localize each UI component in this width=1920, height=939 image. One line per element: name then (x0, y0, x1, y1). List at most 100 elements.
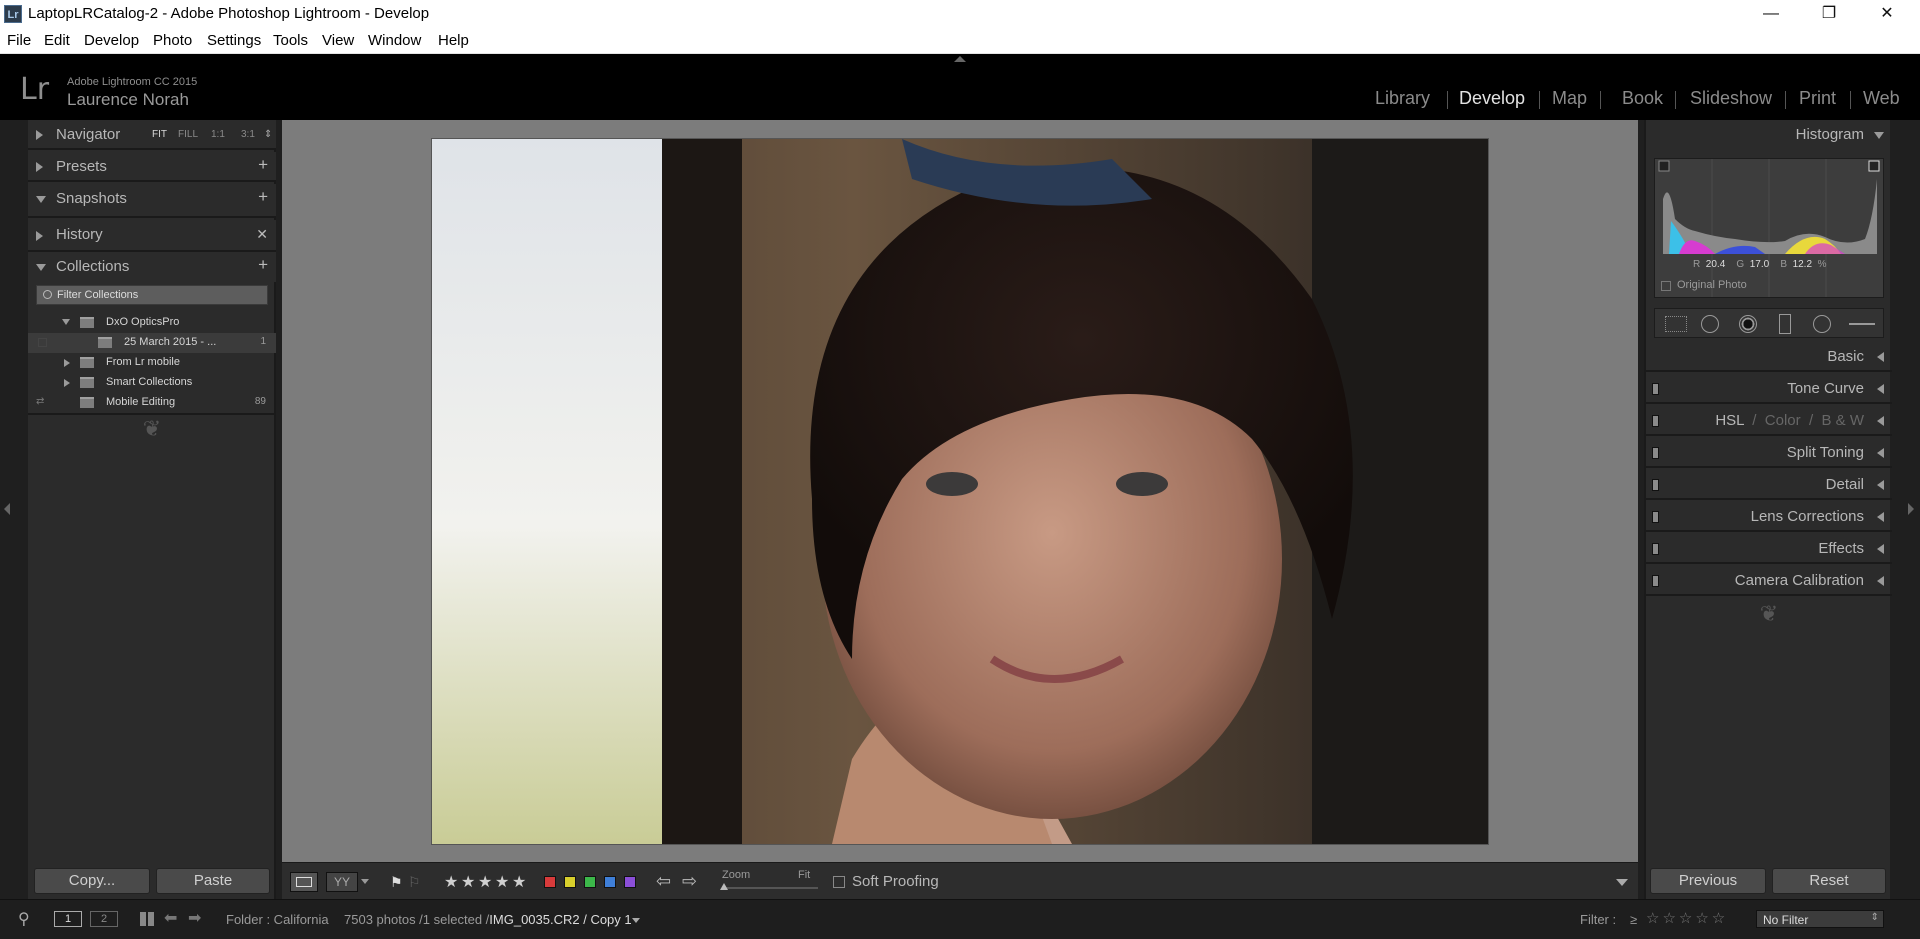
filmstrip-back-arrow-icon[interactable]: ⬅ (164, 908, 177, 928)
tab-bw[interactable]: B & W (1821, 412, 1864, 429)
detail-panel-header[interactable]: Detail (1646, 470, 1892, 500)
reject-flag-icon[interactable]: ⚐ (408, 874, 421, 891)
split-toning-panel-header[interactable]: Split Toning (1646, 438, 1892, 468)
zoom-stepper-icon[interactable]: ⇕ (264, 129, 272, 140)
paste-settings-button[interactable]: Paste (156, 868, 270, 894)
collapse-triangle-icon[interactable] (62, 319, 70, 325)
color-label-green[interactable] (584, 876, 596, 888)
filter-rating-operator[interactable]: ≥ (1630, 912, 1637, 927)
menu-tools[interactable]: Tools (273, 32, 308, 49)
filter-preset-select[interactable]: No Filter ⇕ (1756, 910, 1884, 928)
add-collection-icon[interactable]: + (258, 255, 268, 275)
menu-settings[interactable]: Settings (207, 32, 261, 49)
expand-triangle-icon[interactable] (64, 379, 70, 387)
collection-set-row[interactable]: From Lr mobile (28, 353, 276, 373)
soft-proofing-checkbox[interactable] (833, 876, 845, 888)
zoom-slider[interactable] (720, 883, 818, 890)
module-map[interactable]: Map (1552, 88, 1587, 109)
panel-on-off-switch[interactable] (1652, 415, 1659, 427)
module-print[interactable]: Print (1799, 88, 1836, 109)
menu-develop[interactable]: Develop (84, 32, 139, 49)
panel-on-off-switch[interactable] (1652, 543, 1659, 555)
effects-panel-header[interactable]: Effects (1646, 534, 1892, 564)
clear-history-icon[interactable]: ✕ (256, 226, 268, 243)
adjustment-brush-tool-icon[interactable] (1849, 323, 1875, 325)
toolbar-content-dropdown-icon[interactable] (1616, 879, 1628, 886)
expand-triangle-icon[interactable] (64, 359, 70, 367)
radial-filter-tool-icon[interactable] (1813, 315, 1831, 333)
snapshots-panel-header[interactable]: Snapshots + (28, 184, 276, 218)
collection-set-row[interactable]: Smart Collections (28, 373, 276, 393)
hsl-panel-header[interactable]: HSL / Color / B & W (1646, 406, 1892, 436)
loupe-view-button[interactable] (290, 872, 318, 892)
previous-settings-button[interactable]: Previous (1650, 868, 1766, 894)
menu-window[interactable]: Window (368, 32, 421, 49)
collapse-right-panel-icon[interactable] (1908, 503, 1914, 515)
source-dropdown-icon[interactable] (632, 918, 640, 923)
close-window-button[interactable]: ✕ (1858, 0, 1916, 28)
presets-panel-header[interactable]: Presets + (28, 152, 276, 182)
module-web[interactable]: Web (1863, 88, 1900, 109)
color-label-red[interactable] (544, 876, 556, 888)
original-photo-checkbox[interactable] (1661, 281, 1671, 291)
tone-curve-panel-header[interactable]: Tone Curve (1646, 374, 1892, 404)
tab-hsl[interactable]: HSL (1715, 412, 1744, 429)
graduated-filter-tool-icon[interactable] (1779, 314, 1791, 334)
rating-star-5-icon[interactable]: ★ (512, 872, 526, 892)
menu-help[interactable]: Help (438, 32, 469, 49)
filmstrip-forward-arrow-icon[interactable]: ➡ (188, 908, 201, 928)
module-develop[interactable]: Develop (1459, 88, 1525, 109)
histogram-panel-header[interactable]: Histogram (1646, 120, 1892, 150)
secondary-window-button[interactable]: 2 (90, 911, 118, 927)
rating-star-3-icon[interactable]: ★ (478, 872, 492, 892)
zoom-slider-thumb[interactable] (720, 883, 728, 890)
target-collection-checkbox[interactable] (38, 338, 47, 347)
panel-on-off-switch[interactable] (1652, 447, 1659, 459)
spot-removal-tool-icon[interactable] (1701, 315, 1719, 333)
add-preset-icon[interactable]: + (258, 155, 268, 175)
module-library[interactable]: Library (1375, 88, 1430, 109)
before-after-dropdown-icon[interactable] (361, 879, 369, 884)
navigator-fill-option[interactable]: FILL (178, 129, 198, 140)
camera-calibration-panel-header[interactable]: Camera Calibration (1646, 566, 1892, 596)
module-book[interactable]: Book (1622, 88, 1663, 109)
menu-view[interactable]: View (322, 32, 354, 49)
collection-row[interactable]: 25 March 2015 - ... 1 (28, 333, 276, 353)
grid-view-icon[interactable] (140, 912, 154, 926)
main-window-button[interactable]: 1 (54, 911, 82, 927)
collections-panel-header[interactable]: Collections + (28, 252, 276, 282)
add-snapshot-icon[interactable]: + (258, 187, 268, 207)
collection-set-row[interactable]: DxO OpticsPro (28, 313, 276, 333)
collapse-top-panel-icon[interactable] (954, 56, 966, 62)
module-slideshow[interactable]: Slideshow (1690, 88, 1772, 109)
maximize-button[interactable]: ❐ (1800, 0, 1858, 28)
color-label-purple[interactable] (624, 876, 636, 888)
history-panel-header[interactable]: History ✕ (28, 220, 276, 252)
panel-on-off-switch[interactable] (1652, 575, 1659, 587)
navigator-fit-option[interactable]: FIT (152, 129, 167, 140)
tab-color[interactable]: Color (1765, 412, 1801, 429)
lens-corrections-panel-header[interactable]: Lens Corrections (1646, 502, 1892, 532)
rating-star-1-icon[interactable]: ★ (444, 872, 458, 892)
photo-preview[interactable] (432, 139, 1488, 844)
rating-star-2-icon[interactable]: ★ (461, 872, 475, 892)
before-after-view-button[interactable]: YY (326, 872, 358, 892)
rating-star-4-icon[interactable]: ★ (495, 872, 509, 892)
basic-panel-header[interactable]: Basic (1646, 342, 1892, 372)
color-label-blue[interactable] (604, 876, 616, 888)
menu-edit[interactable]: Edit (44, 32, 70, 49)
crop-overlay-tool-icon[interactable] (1665, 316, 1687, 332)
panel-on-off-switch[interactable] (1652, 383, 1659, 395)
next-photo-arrow-icon[interactable]: ⇨ (682, 871, 697, 892)
panel-on-off-switch[interactable] (1652, 479, 1659, 491)
red-eye-tool-icon[interactable] (1739, 315, 1757, 333)
minimize-button[interactable]: — (1742, 0, 1800, 28)
reset-button[interactable]: Reset (1772, 868, 1886, 894)
menu-file[interactable]: File (7, 32, 31, 49)
panel-on-off-switch[interactable] (1652, 511, 1659, 523)
menu-photo[interactable]: Photo (153, 32, 192, 49)
navigator-1to1-option[interactable]: 1:1 (211, 129, 225, 140)
source-folder-label[interactable]: Folder : California (226, 912, 329, 927)
color-label-yellow[interactable] (564, 876, 576, 888)
previous-photo-arrow-icon[interactable]: ⇦ (656, 871, 671, 892)
